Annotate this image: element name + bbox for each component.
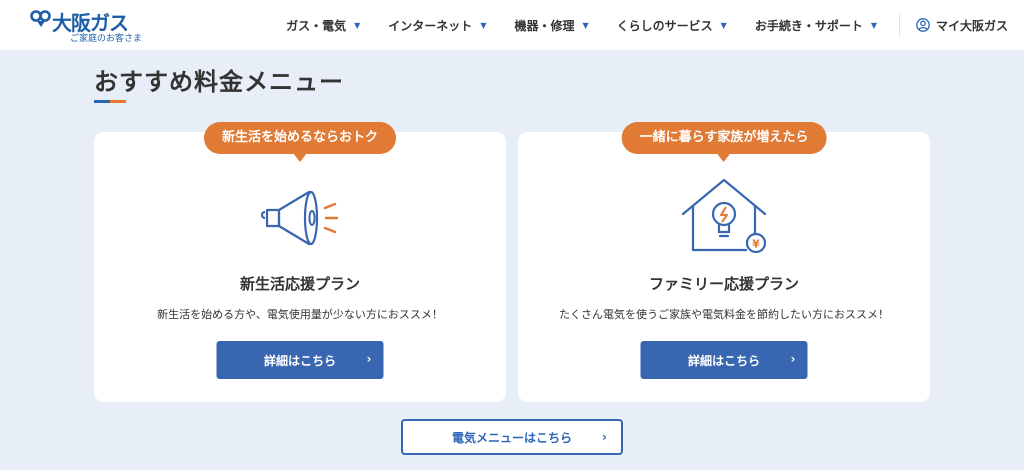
nav-item-life-services[interactable]: くらしのサービス ▼ [617, 17, 727, 34]
nav-item-internet[interactable]: インターネット ▼ [388, 17, 486, 34]
nav-item-label: 機器・修理 [514, 18, 575, 33]
nav-item-equipment-repair[interactable]: 機器・修理 ▼ [514, 17, 588, 34]
nav-item-label: お手続き・サポート [754, 18, 863, 33]
nav-item-procedures-support[interactable]: お手続き・サポート ▼ [755, 17, 877, 34]
site-header: 大阪ガス ご家庭のお客さま ガス・電気 ▼ インターネット ▼ 機器・修理 ▼ … [0, 0, 1024, 50]
caret-down-icon: ▼ [870, 20, 877, 30]
chevron-right-icon: › [790, 352, 796, 366]
osaka-gas-logo[interactable]: 大阪ガス ご家庭のお客さま [30, 7, 143, 44]
plan-detail-button-label: 詳細はこちら [687, 353, 760, 368]
nav-item-label: くらしのサービス [616, 18, 713, 33]
plan-detail-button[interactable]: 詳細はこちら › [216, 341, 384, 379]
my-osaka-gas-label: マイ大阪ガス [935, 18, 1008, 33]
plan-card-new-life: 新生活を始めるならおトク 新生活応援プラン 新生活を始める方や、電気使用量が少な… [94, 122, 506, 402]
megaphone-icon [260, 190, 339, 246]
nav-item-label: インターネット [388, 18, 473, 33]
plan-title: ファミリー応援プラン [648, 275, 799, 293]
user-icon [916, 18, 930, 32]
chevron-right-icon: › [602, 430, 607, 444]
my-osaka-gas-link[interactable]: マイ大阪ガス [916, 17, 1008, 34]
plan-description: たくさん電気を使うご家族や電気料金を節約したい方におススメ！ [559, 308, 889, 321]
plan-detail-button[interactable]: 詳細はこちら › [640, 341, 808, 379]
section-title: おすすめ料金メニュー [94, 68, 344, 96]
caret-down-icon: ▼ [582, 20, 589, 30]
plan-badge: 新生活を始めるならおトク [203, 122, 397, 162]
caret-down-icon: ▼ [480, 20, 487, 30]
chevron-right-icon: › [366, 352, 372, 366]
nav-item-label: ガス・電気 [286, 18, 347, 33]
svg-text:¥: ¥ [752, 238, 760, 251]
logo-mark-icon [30, 10, 51, 27]
caret-down-icon: ▼ [354, 20, 361, 30]
electric-menu-button[interactable]: 電気メニューはこちら › [401, 419, 623, 455]
plan-card-family: 一緒に暮らす家族が増えたら ¥ ファミリー応援プラン たくさん電気を使うご家族や… [518, 122, 930, 402]
plan-description: 新生活を始める方や、電気使用量が少ない方におススメ！ [157, 308, 443, 321]
plan-detail-button-label: 詳細はこちら [263, 353, 336, 368]
logo-subtitle: ご家庭のお客さま [70, 34, 143, 44]
nav-item-gas-electric[interactable]: ガス・電気 ▼ [286, 17, 360, 34]
electric-menu-button-label: 電気メニューはこちら [451, 430, 572, 445]
house-bulb-icon: ¥ [681, 178, 767, 254]
caret-down-icon: ▼ [720, 20, 727, 30]
nav-divider [898, 13, 900, 37]
main-nav: ガス・電気 ▼ インターネット ▼ 機器・修理 ▼ くらしのサービス ▼ お手続… [258, 0, 1008, 50]
plan-badge: 一緒に暮らす家族が増えたら [621, 122, 827, 162]
title-underline [94, 100, 126, 103]
plan-title: 新生活応援プラン [239, 275, 360, 293]
